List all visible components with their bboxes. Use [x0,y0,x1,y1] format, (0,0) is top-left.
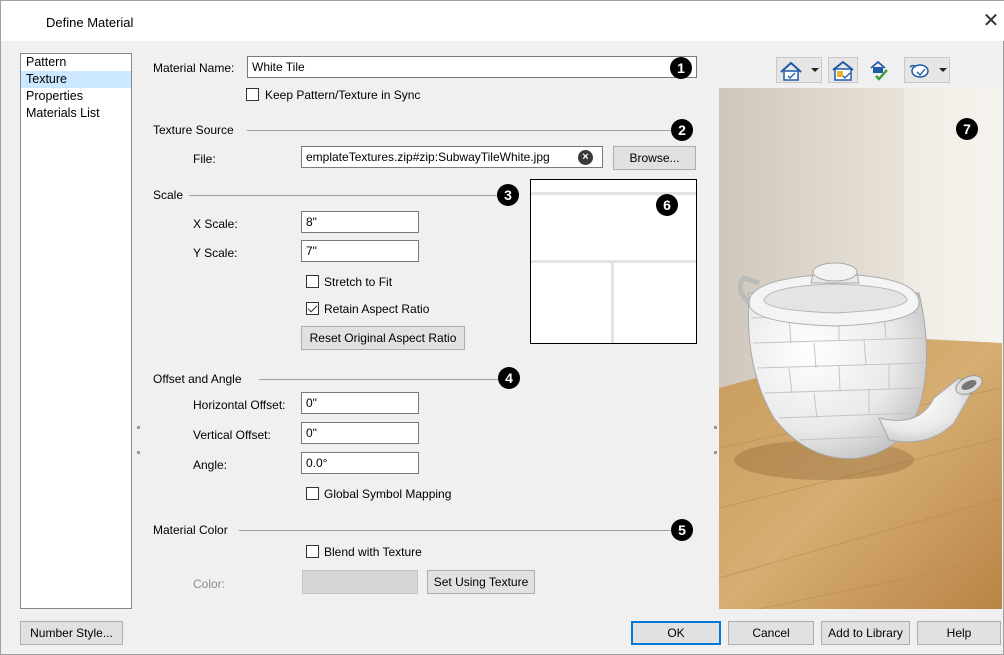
scale-heading: Scale [153,188,184,202]
y-scale-input[interactable]: 7" [301,240,419,262]
right-splitter-handle[interactable] [714,426,717,429]
floor-view-button[interactable] [828,57,858,83]
callout-3: 3 [497,184,519,206]
browse-button[interactable]: Browse... [613,146,696,170]
callout-4: 4 [498,367,520,389]
material-name-input[interactable]: White Tile [247,56,697,78]
nav-item-materials-list[interactable]: Materials List [21,105,131,122]
scale-divider [189,195,499,196]
stretch-to-fit-label: Stretch to Fit [324,275,393,289]
callout-2: 2 [671,119,693,141]
material-color-heading: Material Color [153,523,228,537]
blend-texture-label: Blend with Texture [324,545,422,559]
angle-input[interactable]: 0.0° [301,452,419,474]
set-using-texture-button[interactable]: Set Using Texture [427,570,535,594]
retain-aspect-checkbox[interactable] [306,302,319,315]
x-scale-input[interactable]: 8" [301,211,419,233]
callout-5: 5 [671,519,693,541]
left-splitter-handle-b[interactable] [137,451,140,454]
nav-item-texture[interactable]: Texture [21,71,131,88]
angle-label: Angle: [193,458,228,472]
floor-view-icon [832,60,854,81]
window-title: Define Material [46,15,134,30]
keep-sync-checkbox[interactable] [246,88,259,101]
material-check-button[interactable] [865,57,895,83]
texture-source-heading: Texture Source [153,123,234,137]
callout-1: 1 [670,57,692,79]
stretch-to-fit-checkbox[interactable] [306,275,319,288]
teapot-view-button[interactable] [904,57,950,83]
title-bar: Define Material ✕ [1,1,1004,41]
material-color-divider [239,530,673,531]
teapot-render [719,88,1002,609]
reset-aspect-button[interactable]: Reset Original Aspect Ratio [301,326,465,350]
file-path-input[interactable]: emplateTextures.zip#zip:SubwayTileWhite.… [301,146,603,168]
x-scale-label: X Scale: [193,217,238,231]
clear-file-icon[interactable]: × [578,150,593,165]
define-material-dialog: Define Material ✕ Pattern Texture Proper… [0,0,1004,655]
horizontal-offset-label: Horizontal Offset: [193,398,286,412]
blend-texture-checkbox[interactable] [306,545,319,558]
nav-item-properties[interactable]: Properties [21,88,131,105]
vertical-offset-label: Vertical Offset: [193,428,271,442]
help-button[interactable]: Help [917,621,1001,645]
retain-aspect-label: Retain Aspect Ratio [324,302,430,316]
callout-6: 6 [656,194,678,216]
left-splitter-handle[interactable] [137,426,140,429]
right-splitter-handle-b[interactable] [714,451,717,454]
home-view-icon [780,61,819,81]
material-3d-preview[interactable]: 7 [719,88,1002,609]
home-view-button[interactable] [776,57,822,83]
callout-7: 7 [956,118,978,140]
y-scale-label: Y Scale: [193,246,238,260]
material-name-label: Material Name: [153,61,235,75]
number-style-button[interactable]: Number Style... [20,621,123,645]
material-check-icon [870,60,888,81]
add-to-library-button[interactable]: Add to Library [821,621,910,645]
cancel-button[interactable]: Cancel [728,621,814,645]
global-mapping-label: Global Symbol Mapping [324,487,452,501]
texture-source-divider [247,130,673,131]
color-swatch [302,570,418,594]
color-label: Color: [193,577,226,591]
file-label: File: [193,152,216,166]
vertical-offset-input[interactable]: 0" [301,422,419,444]
horizontal-offset-input[interactable]: 0" [301,392,419,414]
offset-heading: Offset and Angle [153,372,242,386]
ok-button[interactable]: OK [631,621,721,645]
keep-sync-label: Keep Pattern/Texture in Sync [265,88,421,102]
teapot-view-icon [909,64,947,78]
close-icon[interactable]: ✕ [981,10,1001,32]
nav-item-pattern[interactable]: Pattern [21,54,131,71]
global-mapping-checkbox[interactable] [306,487,319,500]
offset-divider [259,379,499,380]
category-list[interactable]: Pattern Texture Properties Materials Lis… [20,53,132,609]
